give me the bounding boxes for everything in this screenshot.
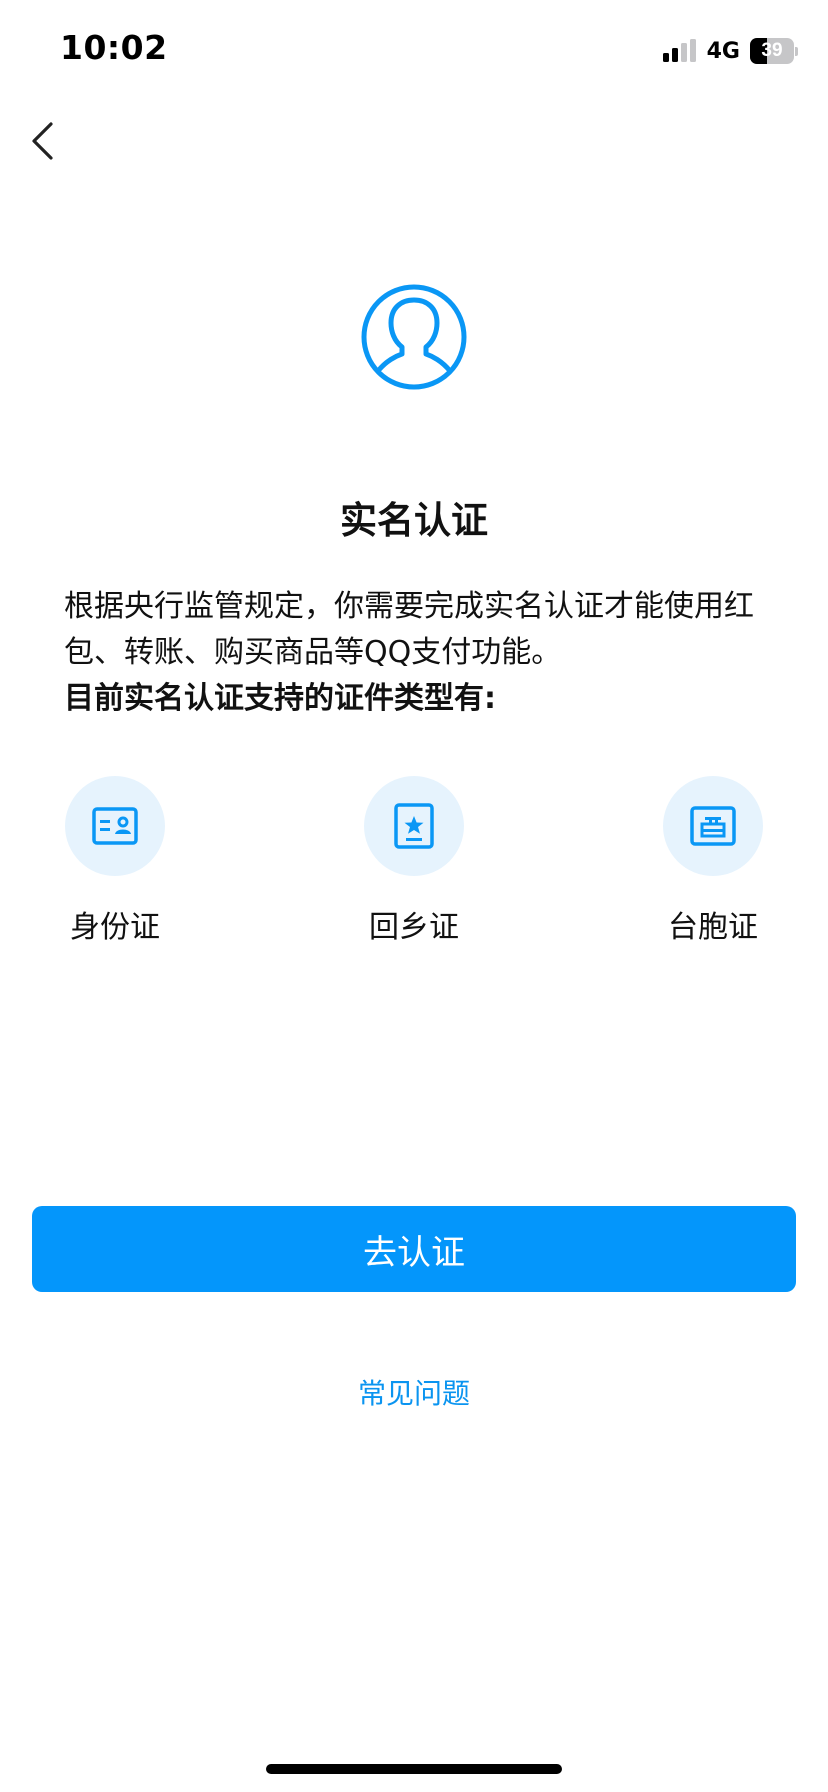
faq-link[interactable]: 常见问题 bbox=[0, 1372, 828, 1412]
status-indicators: 4G 39 bbox=[662, 36, 798, 66]
home-indicator[interactable] bbox=[266, 1764, 562, 1774]
user-avatar-icon bbox=[361, 284, 467, 390]
taiwan-compatriot-permit-icon bbox=[690, 806, 736, 846]
status-bar: 10:02 4G 39 bbox=[0, 0, 828, 100]
doc-type-id-card: 身份证 bbox=[50, 776, 180, 946]
doc-icon-circle bbox=[364, 776, 464, 876]
chevron-left-icon bbox=[32, 122, 53, 160]
doc-type-taiwan-permit: 台胞证 bbox=[648, 776, 778, 946]
doc-label: 回乡证 bbox=[369, 910, 459, 945]
doc-label: 台胞证 bbox=[668, 910, 758, 945]
cellular-signal-icon bbox=[662, 39, 696, 62]
doc-icon-circle bbox=[65, 776, 165, 876]
description-text: 根据央行监管规定，你需要完成实名认证才能使用红包、转账、购买商品等QQ支付功能。 bbox=[64, 589, 754, 670]
home-return-permit-icon bbox=[394, 803, 434, 849]
doc-type-home-return-permit: 回乡证 bbox=[349, 776, 479, 946]
status-time: 10:02 bbox=[60, 28, 168, 67]
description: 根据央行监管规定，你需要完成实名认证才能使用红包、转账、购买商品等QQ支付功能。… bbox=[64, 584, 764, 722]
network-type: 4G bbox=[706, 38, 740, 64]
supported-documents-heading: 目前实名认证支持的证件类型有: bbox=[64, 681, 496, 716]
battery-icon: 39 bbox=[750, 38, 798, 64]
doc-icon-circle bbox=[663, 776, 763, 876]
start-verification-button[interactable]: 去认证 bbox=[32, 1206, 796, 1292]
id-card-icon bbox=[92, 807, 138, 845]
document-types: 身份证 回乡证 台胞证 bbox=[0, 776, 828, 956]
doc-label: 身份证 bbox=[70, 910, 160, 945]
battery-percentage: 39 bbox=[761, 40, 783, 61]
back-button[interactable] bbox=[24, 116, 64, 166]
page-title: 实名认证 bbox=[340, 499, 488, 542]
